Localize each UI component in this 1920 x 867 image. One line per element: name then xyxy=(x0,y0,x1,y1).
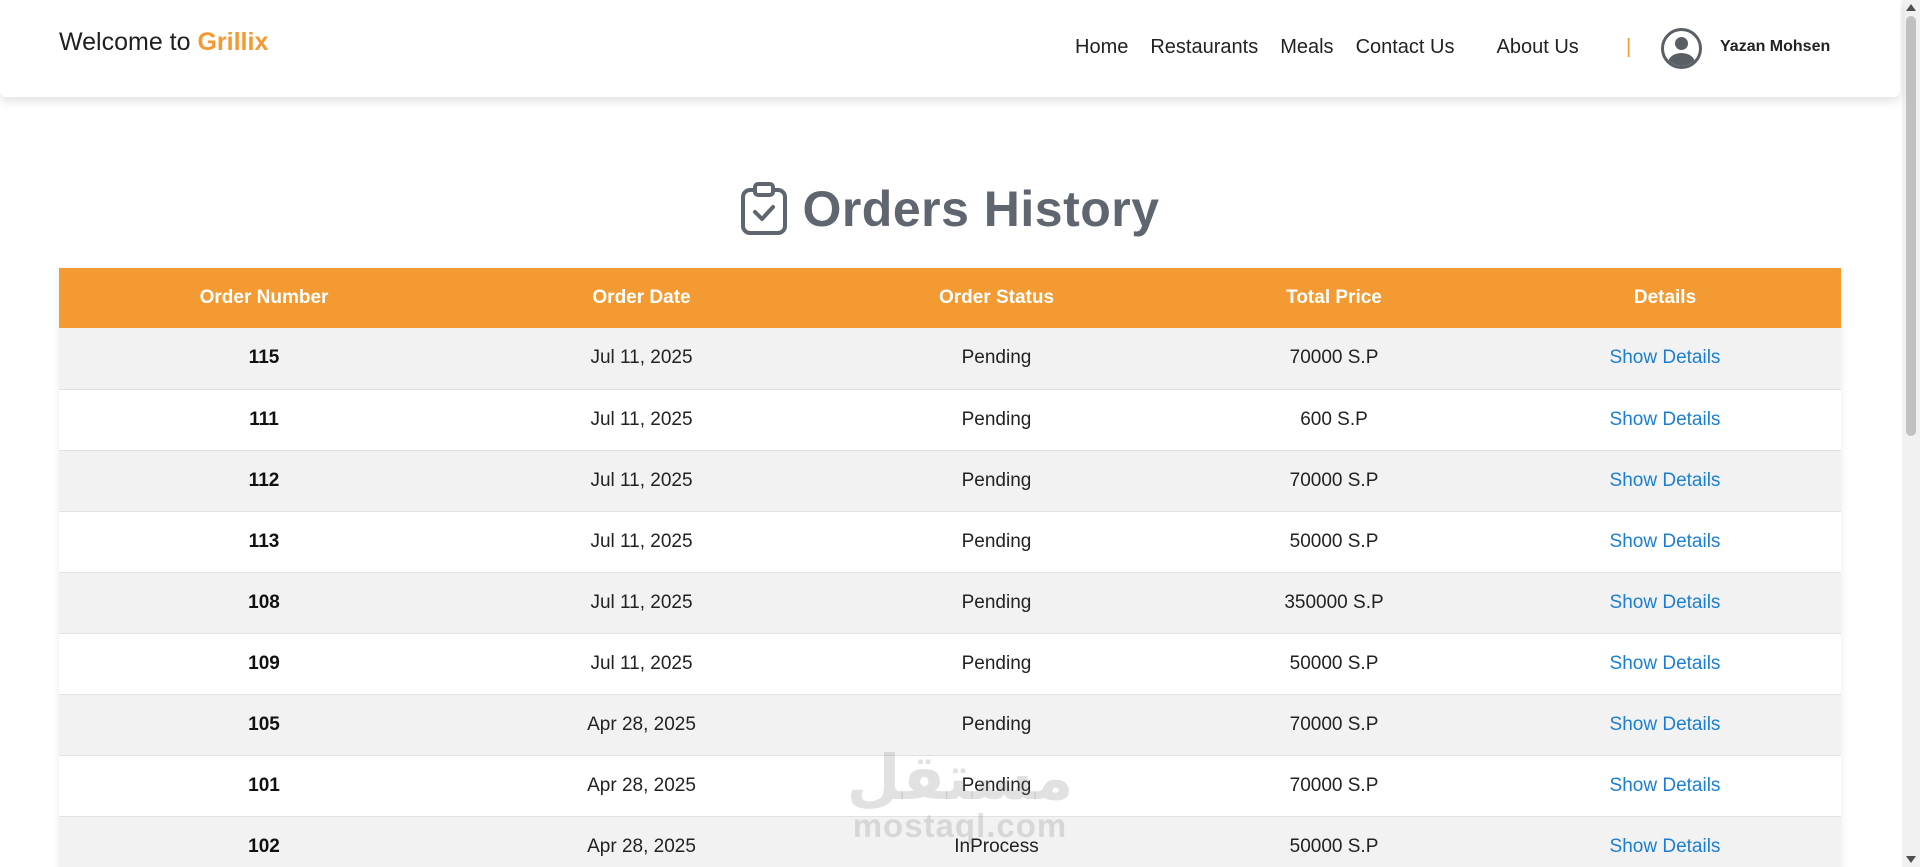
clipboard-check-icon xyxy=(741,182,788,235)
order-number: 102 xyxy=(248,835,280,857)
show-details-link[interactable]: Show Details xyxy=(1610,409,1721,430)
nav-about-us[interactable]: About Us xyxy=(1497,36,1579,59)
details-cell: Show Details xyxy=(1489,572,1841,633)
column-header-total-price: Total Price xyxy=(1286,287,1382,308)
order-number: 105 xyxy=(248,713,280,735)
order-date: Jul 11, 2025 xyxy=(590,591,693,613)
total-price: 70000 S.P xyxy=(1289,713,1379,735)
page-title-row: Orders History xyxy=(0,180,1900,238)
table-row: 105 Apr 28, 2025 Pending 70000 S.P Show … xyxy=(59,694,1841,755)
total-price: 50000 S.P xyxy=(1289,530,1379,552)
column-header-details: Details xyxy=(1633,287,1697,308)
nav-separator: | xyxy=(1626,36,1632,58)
order-number: 115 xyxy=(248,347,280,369)
total-price: 70000 S.P xyxy=(1289,469,1379,491)
order-status: Pending xyxy=(961,652,1032,674)
order-number: 113 xyxy=(248,530,280,552)
table-row: 112 Jul 11, 2025 Pending 70000 S.P Show … xyxy=(59,450,1841,511)
show-details-link[interactable]: Show Details xyxy=(1610,714,1721,735)
order-status: Pending xyxy=(961,408,1032,430)
navbar: Welcome to Grillix Home Restaurants Meal… xyxy=(0,0,1900,97)
show-details-link[interactable]: Show Details xyxy=(1610,347,1721,368)
order-status: Pending xyxy=(961,713,1032,735)
orders-table: Order Number Order Date Order Status Tot… xyxy=(59,268,1841,867)
order-date: Jul 11, 2025 xyxy=(590,469,693,491)
scrollbar-thumb[interactable] xyxy=(1906,16,1916,436)
total-price: 600 S.P xyxy=(1300,408,1368,430)
scroll-up-arrow-icon[interactable] xyxy=(1906,4,1916,11)
order-date: Jul 11, 2025 xyxy=(590,652,693,674)
nav-meals[interactable]: Meals xyxy=(1280,36,1333,59)
total-price: 50000 S.P xyxy=(1289,835,1379,857)
nav-restaurants[interactable]: Restaurants xyxy=(1150,36,1258,59)
table-row: 113 Jul 11, 2025 Pending 50000 S.P Show … xyxy=(59,511,1841,572)
user-avatar-icon[interactable] xyxy=(1661,28,1702,69)
table-row: 108 Jul 11, 2025 Pending 350000 S.P Show… xyxy=(59,572,1841,633)
details-cell: Show Details xyxy=(1489,389,1841,450)
table-row: 115 Jul 11, 2025 Pending 70000 S.P Show … xyxy=(59,328,1841,389)
table-row: 101 Apr 28, 2025 Pending 70000 S.P Show … xyxy=(59,755,1841,816)
order-number: 111 xyxy=(249,408,279,430)
order-number: 109 xyxy=(248,652,280,674)
total-price: 70000 S.P xyxy=(1289,347,1379,369)
brand-title[interactable]: Welcome to Grillix xyxy=(59,28,268,57)
order-number: 108 xyxy=(248,591,280,613)
details-cell: Show Details xyxy=(1489,816,1841,867)
order-status: Pending xyxy=(961,530,1032,552)
details-cell: Show Details xyxy=(1489,633,1841,694)
table-row: 109 Jul 11, 2025 Pending 50000 S.P Show … xyxy=(59,633,1841,694)
vertical-scrollbar[interactable] xyxy=(1902,0,1920,867)
show-details-link[interactable]: Show Details xyxy=(1610,531,1721,552)
page: Welcome to Grillix Home Restaurants Meal… xyxy=(0,0,1920,867)
table-row: 111 Jul 11, 2025 Pending 600 S.P Show De… xyxy=(59,389,1841,450)
brand-name: Grillix xyxy=(197,28,269,56)
show-details-link[interactable]: Show Details xyxy=(1610,775,1721,796)
total-price: 70000 S.P xyxy=(1289,774,1379,796)
order-number: 101 xyxy=(248,774,280,796)
total-price: 350000 S.P xyxy=(1284,591,1384,613)
show-details-link[interactable]: Show Details xyxy=(1610,470,1721,491)
order-date: Apr 28, 2025 xyxy=(587,835,696,857)
order-status: Pending xyxy=(961,469,1032,491)
details-cell: Show Details xyxy=(1489,328,1841,389)
table-header-row: Order Number Order Date Order Status Tot… xyxy=(59,268,1841,328)
nav-contact-us[interactable]: Contact Us xyxy=(1356,36,1455,59)
orders-table-wrapper: Order Number Order Date Order Status Tot… xyxy=(59,268,1841,867)
show-details-link[interactable]: Show Details xyxy=(1610,653,1721,674)
page-title: Orders History xyxy=(802,181,1160,237)
column-header-order-date: Order Date xyxy=(592,287,691,308)
order-date: Jul 11, 2025 xyxy=(590,347,693,369)
brand-prefix: Welcome to xyxy=(59,28,191,56)
order-status: Pending xyxy=(961,347,1032,369)
order-number: 112 xyxy=(248,469,280,491)
order-status: InProcess xyxy=(954,835,1039,857)
column-header-order-status: Order Status xyxy=(938,287,1055,308)
show-details-link[interactable]: Show Details xyxy=(1610,592,1721,613)
details-cell: Show Details xyxy=(1489,511,1841,572)
main-nav: Home Restaurants Meals Contact Us About … xyxy=(1075,36,1601,59)
nav-home[interactable]: Home xyxy=(1075,36,1128,59)
details-cell: Show Details xyxy=(1489,694,1841,755)
order-date: Apr 28, 2025 xyxy=(587,774,696,796)
details-cell: Show Details xyxy=(1489,755,1841,816)
table-row: 102 Apr 28, 2025 InProcess 50000 S.P Sho… xyxy=(59,816,1841,867)
show-details-link[interactable]: Show Details xyxy=(1610,836,1721,857)
column-header-order-number: Order Number xyxy=(199,287,329,308)
user-name[interactable]: Yazan Mohsen xyxy=(1720,38,1830,56)
details-cell: Show Details xyxy=(1489,450,1841,511)
order-date: Jul 11, 2025 xyxy=(590,530,693,552)
order-date: Jul 11, 2025 xyxy=(590,408,693,430)
order-status: Pending xyxy=(961,774,1032,796)
order-date: Apr 28, 2025 xyxy=(587,713,696,735)
total-price: 50000 S.P xyxy=(1289,652,1379,674)
scroll-down-arrow-icon[interactable] xyxy=(1906,856,1916,863)
order-status: Pending xyxy=(961,591,1032,613)
